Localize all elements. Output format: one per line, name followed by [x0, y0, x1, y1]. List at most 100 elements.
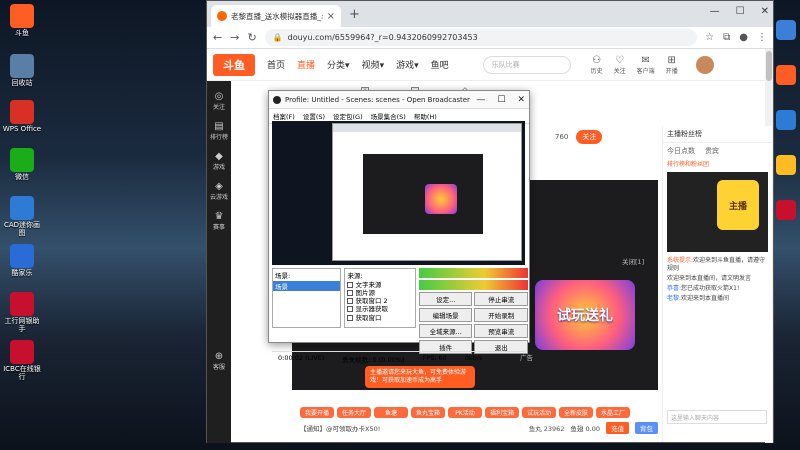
chat-input[interactable]: 这里输入聊天内容: [667, 410, 767, 424]
header-action[interactable]: ✉ 客户端: [637, 55, 655, 75]
menu-icon[interactable]: ⋮: [757, 32, 767, 43]
gift-item[interactable]: 鱼塘: [374, 407, 408, 418]
forward-arrow-icon[interactable]: →: [230, 31, 239, 44]
side-video[interactable]: 主播: [667, 172, 768, 252]
close-window-button[interactable]: ✕: [761, 6, 769, 17]
maximize-button[interactable]: ☐: [736, 6, 745, 17]
rank-text[interactable]: 排行榜和粉丝团: [663, 159, 772, 168]
obs-button[interactable]: 停止串流: [474, 292, 528, 306]
site-search-input[interactable]: 乐队比赛: [482, 55, 571, 74]
gift-item[interactable]: 水晶工厂: [596, 407, 630, 418]
desktop-shortcut[interactable]: 回收站: [2, 54, 42, 88]
desktop-shortcut-icon[interactable]: [776, 200, 796, 220]
ad-close-label[interactable]: 关闭[1]: [622, 256, 644, 266]
url-omnibox[interactable]: 🔒 douyu.com/6559964?_r=0.943206099270345…: [264, 29, 698, 46]
browser-tab[interactable]: 老黎直播_送水模拟器直播_斗鱼 ×: [211, 5, 341, 27]
obs-preview-canvas[interactable]: [272, 121, 525, 265]
extensions-icon[interactable]: ⧉: [723, 32, 730, 43]
source-checkbox[interactable]: [347, 290, 354, 297]
site-nav-item[interactable]: 游戏▾: [396, 58, 419, 71]
promo-banner[interactable]: 试玩送礼: [535, 280, 635, 350]
sidebar-icon: ◈: [215, 181, 223, 192]
obs-button[interactable]: 全域来源...: [418, 324, 473, 338]
desktop-shortcut[interactable]: WPS Office: [2, 100, 42, 134]
sidebar-item[interactable]: ◎ 关注: [207, 91, 231, 111]
gift-item[interactable]: 全新皮肤: [559, 407, 593, 418]
tab-vip[interactable]: 贵宾: [705, 146, 719, 156]
scrollbar-thumb[interactable]: [766, 51, 772, 81]
source-item[interactable]: 显示器获取: [345, 305, 414, 313]
obs-close-button[interactable]: ✕: [517, 95, 525, 105]
obs-menu-item[interactable]: 设置(S): [303, 111, 325, 121]
new-tab-button[interactable]: +: [349, 7, 360, 22]
obs-menu-item[interactable]: 场景集合(S): [371, 111, 406, 121]
obs-button[interactable]: 编辑场景: [418, 308, 473, 322]
audio-meter-desktop[interactable]: [418, 268, 528, 278]
obs-minimize-button[interactable]: —: [476, 95, 485, 105]
tab-close-icon[interactable]: ×: [327, 11, 335, 22]
desktop-shortcut[interactable]: CAD迷你画图: [2, 196, 42, 237]
minimize-button[interactable]: —: [710, 6, 720, 17]
fan-rank-header[interactable]: 主播粉丝榜: [663, 126, 772, 143]
desktop-shortcut[interactable]: 微信: [2, 148, 42, 182]
reload-icon[interactable]: ↻: [247, 31, 256, 44]
tip-bubble[interactable]: 主播邀请您来玩大鱼，可免费体验游戏！可获取加速币成为高手: [365, 366, 475, 388]
desktop-shortcut-label: WPS Office: [2, 125, 42, 133]
avatar[interactable]: [695, 55, 714, 74]
source-checkbox[interactable]: [347, 298, 354, 305]
header-action[interactable]: ⊞ 开播: [666, 55, 678, 75]
obs-button[interactable]: 预览串流: [474, 324, 528, 338]
desktop-shortcut[interactable]: 工行网银助手: [2, 292, 42, 333]
scenes-list[interactable]: 场景: 场景: [272, 268, 342, 328]
obs-button[interactable]: 设定...: [418, 292, 473, 306]
sources-list[interactable]: 来源: 文字来源 图片源 获取窗口 2 显示器获取 获取窗口: [344, 268, 416, 328]
gift-item[interactable]: 我要开播: [300, 407, 334, 418]
source-checkbox[interactable]: [347, 282, 354, 289]
gift-item[interactable]: 试玩活动: [522, 407, 556, 418]
obs-maximize-button[interactable]: ☐: [497, 95, 505, 105]
source-item[interactable]: 获取窗口: [345, 314, 414, 322]
site-nav-item[interactable]: 鱼吧: [431, 58, 449, 71]
douyu-logo[interactable]: 斗鱼: [213, 53, 255, 76]
lock-icon[interactable]: 🔒: [273, 33, 283, 42]
gift-item[interactable]: 鱼丸宝箱: [411, 407, 445, 418]
scene-item[interactable]: 场景: [273, 281, 341, 291]
sidebar-item[interactable]: ♛ 赛事: [207, 211, 231, 231]
source-checkbox[interactable]: [347, 314, 354, 321]
tab-today[interactable]: 今日点数: [667, 146, 695, 156]
header-action[interactable]: ♡ 关注: [614, 55, 626, 75]
site-nav-item[interactable]: 分类▾: [327, 58, 350, 71]
desktop-shortcut[interactable]: 斗鱼: [2, 4, 42, 38]
site-nav-item[interactable]: 视频▾: [362, 58, 385, 71]
recharge-button[interactable]: 充值: [606, 421, 629, 434]
desktop-shortcut-icon[interactable]: [776, 110, 796, 130]
site-nav-item[interactable]: 首页: [267, 58, 285, 71]
star-icon[interactable]: ☆: [705, 32, 714, 43]
sidebar-item[interactable]: ◈ 云游戏: [207, 181, 231, 201]
obs-menu-item[interactable]: 档案(F): [273, 111, 295, 121]
sidebar-item[interactable]: ▤ 排行榜: [207, 121, 231, 141]
profile-icon[interactable]: ●: [739, 32, 748, 43]
desktop-shortcut-icon[interactable]: [776, 65, 796, 85]
desktop-shortcut-icon[interactable]: [776, 20, 796, 40]
notice-text[interactable]: 【通知】@可领取办卡X50!: [300, 423, 380, 433]
header-action[interactable]: ⚇ 历史: [591, 55, 603, 75]
site-nav-item[interactable]: 直播: [297, 58, 315, 71]
obs-menu-item[interactable]: 设定包(G): [333, 111, 363, 121]
sidebar-item[interactable]: ⊕ 客服: [207, 351, 231, 371]
sidebar-item[interactable]: ◆ 游戏: [207, 151, 231, 171]
audio-meter-mic[interactable]: [418, 280, 528, 290]
obs-button[interactable]: 开始录制: [474, 308, 528, 322]
obs-menu-item[interactable]: 帮助(H): [414, 111, 437, 121]
bag-button[interactable]: 背包: [635, 421, 658, 434]
gift-item[interactable]: PK活动: [448, 407, 482, 418]
source-item[interactable]: 文字来源: [345, 281, 414, 289]
source-checkbox[interactable]: [347, 306, 354, 313]
follow-button[interactable]: 关注: [576, 130, 603, 144]
desktop-shortcut[interactable]: ICBC在线银行: [2, 340, 42, 381]
gift-item[interactable]: 任务大厅: [337, 407, 371, 418]
gift-item[interactable]: 福利宝箱: [485, 407, 519, 418]
desktop-shortcut[interactable]: 酷家乐: [2, 244, 42, 278]
desktop-shortcut-icon[interactable]: [776, 155, 796, 175]
back-arrow-icon[interactable]: ←: [213, 31, 222, 44]
